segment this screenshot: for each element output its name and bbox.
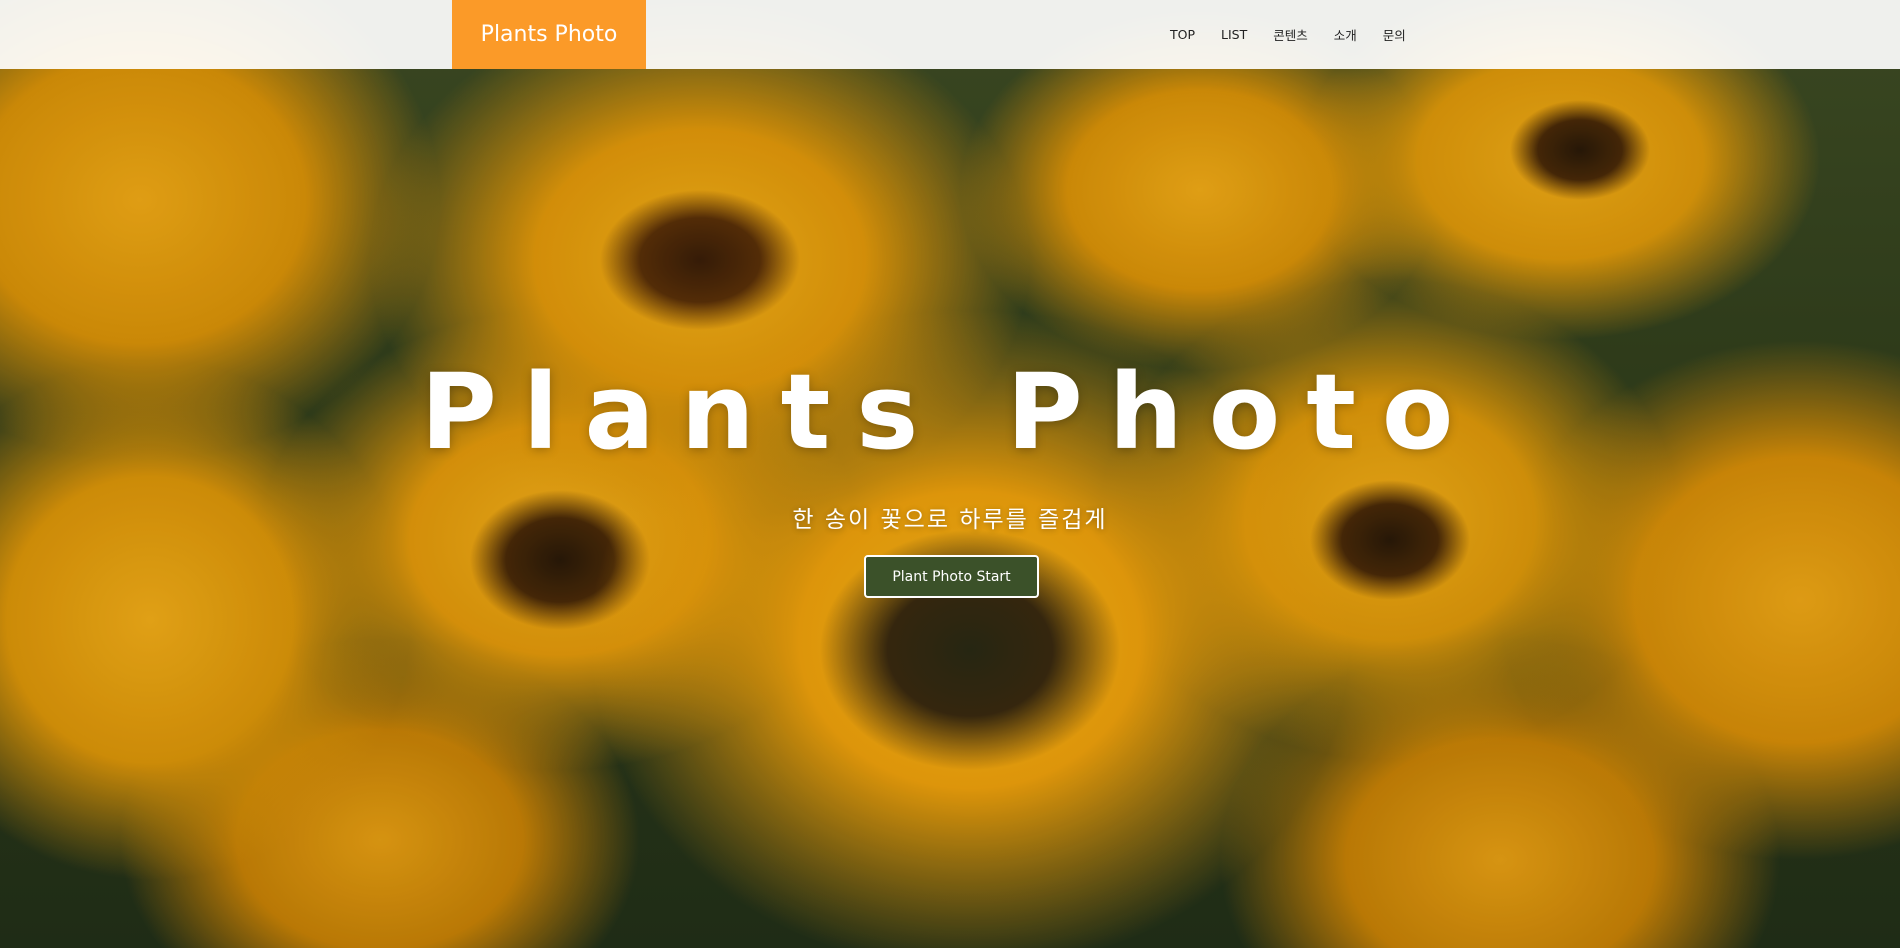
nav-item-top[interactable]: TOP [1170,27,1195,42]
main-nav: TOP LIST 콘텐츠 소개 문의 [1170,0,1432,69]
nav-item-contact[interactable]: 문의 [1383,25,1406,44]
nav-item-contents[interactable]: 콘텐츠 [1273,25,1308,44]
nav-item-list[interactable]: LIST [1221,27,1247,42]
nav-item-about[interactable]: 소개 [1334,25,1357,44]
hero-overlay [0,0,1900,948]
hero-title: Plants Photo [420,351,1480,473]
plant-photo-start-button[interactable]: Plant Photo Start [864,555,1039,598]
site-header: Plants Photo TOP LIST 콘텐츠 소개 문의 [0,0,1900,69]
site-logo[interactable]: Plants Photo [452,0,646,69]
hero-subtitle: 한 송이 꽃으로 하루를 즐겁게 [792,507,1108,533]
